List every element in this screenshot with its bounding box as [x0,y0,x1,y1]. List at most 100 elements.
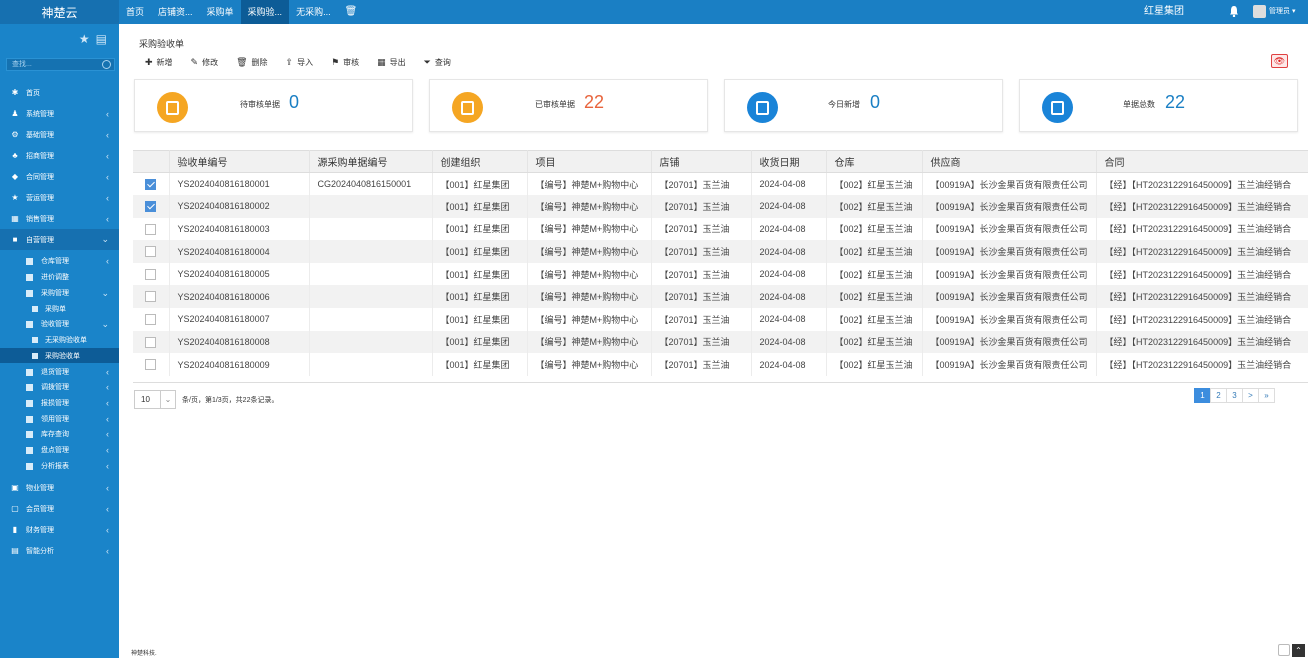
import-button[interactable]: ⇪ 导入 [286,57,314,68]
tab-no-po-receipt[interactable]: 无采购... [289,0,338,24]
sidebar-sub-acceptance[interactable]: 验收管理 ⌄ [0,316,119,332]
fullscreen-icon[interactable] [1278,644,1290,656]
row-checkbox-cell [133,308,170,331]
stat-card-approved[interactable]: 已审核单据 22 [429,79,708,132]
column-header[interactable]: 仓库 [826,150,923,173]
page-size-select[interactable]: 10 [134,390,161,409]
sidebar-sub-transfer[interactable]: 调拨管理 ‹ [0,379,119,395]
sidebar-item-investment[interactable]: ♣ 招商管理 ‹ [0,145,119,166]
edit-button[interactable]: ✎ 修改 [191,57,219,68]
sidebar-item-self-operated[interactable]: ■ 自营管理 ⌄ [0,229,119,250]
sidebar-item-operation[interactable]: ★ 营运管理 ‹ [0,187,119,208]
column-header[interactable]: 项目 [527,150,652,173]
sidebar-sub-damage[interactable]: 报损管理 ‹ [0,395,119,411]
row-checkbox[interactable] [145,336,157,348]
sidebar-sub-reports[interactable]: 分析报表 ‹ [0,458,119,474]
sidebar-sub-inventory[interactable]: 库存查询 ‹ [0,426,119,442]
sidebar-sub-purchase[interactable]: 采购管理 ⌄ [0,285,119,301]
sidebar-sub-returns[interactable]: 退货管理 ‹ [0,364,119,380]
next-page[interactable]: > [1242,388,1259,403]
table-row[interactable]: YS2024040816180004 【001】红星集团 【编号】神楚M+购物中心【… [133,240,1308,263]
sidebar-item-system[interactable]: ♟ 系统管理 ‹ [0,103,119,124]
user-menu[interactable]: 管理员 ▾ [1269,0,1295,24]
page-3[interactable]: 3 [1226,388,1243,403]
page-1[interactable]: 1 [1194,388,1211,403]
bell-icon[interactable] [1229,5,1239,17]
table-cell: 2024-04-08 [751,308,827,331]
sidebar-search-input[interactable]: 查找... [6,58,115,71]
add-button[interactable]: ✚ 新增 [145,57,173,68]
table-icon: ▦ [11,214,19,223]
table-row[interactable]: YS2024040816180009 【001】红星集团 【编号】神楚M+购物中心【… [133,353,1308,376]
table-row[interactable]: YS2024040816180003 【001】红星集团 【编号】神楚M+购物中心【… [133,217,1308,241]
tab-purchase-order[interactable]: 采购单 [200,0,241,24]
sidebar-item-label: 营运管理 [26,194,54,202]
sidebar-sub-requisition[interactable]: 领用管理 ‹ [0,411,119,427]
avatar[interactable] [1253,5,1266,18]
list-icon[interactable]: ▤ [96,32,107,46]
sidebar-sub-no-po-receipt[interactable]: 无采购验收单 [0,332,119,347]
approve-button[interactable]: ⚑ 审核 [331,57,359,68]
table-row[interactable]: YS2024040816180002 【001】红星集团 【编号】神楚M+购物中心【… [133,195,1308,218]
org-selector[interactable]: 红星集团 [1144,0,1184,24]
tab-store-info[interactable]: 店铺资... [151,0,200,24]
column-header[interactable]: 源采购单据编号 [309,150,433,173]
scroll-top-icon[interactable]: ⌃ [1292,644,1305,657]
eye-icon[interactable]: 👁 [1271,54,1288,68]
table-row[interactable]: YS2024040816180006 【001】红星集团 【编号】神楚M+购物中心【… [133,285,1308,309]
chevron-down-icon[interactable]: ⌄ [161,390,176,409]
row-checkbox[interactable] [145,200,157,212]
delete-button[interactable]: 🗑 删除 [236,57,267,68]
sidebar-tools: ★ ▤ [0,24,119,54]
row-checkbox[interactable] [145,268,157,280]
page-2[interactable]: 2 [1210,388,1227,403]
chevron-left-icon: ‹ [106,171,109,182]
stat-card-today[interactable]: 今日新增 0 [724,79,1003,132]
star-icon[interactable]: ★ [79,32,90,46]
close-tabs-icon[interactable]: 🗑 [338,0,365,24]
row-checkbox[interactable] [145,246,157,258]
tab-purchase-receipt[interactable]: 采购验... [240,0,290,24]
table-row[interactable]: YS2024040816180005 【001】红星集团 【编号】神楚M+购物中心【… [133,262,1308,286]
tab-home[interactable]: 首页 [119,0,151,24]
table-row[interactable]: YS2024040816180007 【001】红星集团 【编号】神楚M+购物中心【… [133,308,1308,331]
sidebar-sub-price-adjust[interactable]: 进价调整 [0,269,119,285]
chevron-left-icon: ‹ [106,503,109,514]
table-cell: 【002】红星玉兰油 [826,172,923,196]
export-button[interactable]: ▦ 导出 [377,57,406,68]
row-checkbox[interactable] [145,359,157,371]
sidebar-item-base[interactable]: ⚙ 基础管理 ‹ [0,124,119,145]
search-icon[interactable] [102,60,111,69]
gear-icon: ⚙ [11,130,19,139]
sidebar-sub-purchase-order[interactable]: 采购单 [0,301,119,316]
row-checkbox[interactable] [145,313,157,325]
row-checkbox[interactable] [145,291,157,303]
sidebar-item-contract[interactable]: ◆ 合同管理 ‹ [0,166,119,187]
row-checkbox[interactable] [145,178,157,190]
sidebar-sub-warehouse[interactable]: 仓库管理 ‹ [0,253,119,269]
column-header[interactable]: 合同 [1096,150,1308,173]
sidebar-item-finance[interactable]: ▮ 财务管理 ‹ [0,519,119,540]
row-checkbox-cell [133,195,170,218]
sidebar-sub-purchase-receipt[interactable]: 采购验收单 [0,348,119,363]
column-header[interactable]: 供应商 [922,150,1097,173]
column-header[interactable]: 验收单编号 [169,150,310,173]
stat-card-total[interactable]: 单据总数 22 [1019,79,1298,132]
table-row[interactable]: YS2024040816180008 【001】红星集团 【编号】神楚M+购物中心【… [133,330,1308,354]
sidebar-item-property[interactable]: ▣ 物业管理 ‹ [0,477,119,498]
table-row[interactable]: YS2024040816180001 CG2024040816150001 【001… [133,172,1308,196]
sidebar-item-sales[interactable]: ▦ 销售管理 ‹ [0,208,119,229]
sidebar-item-member[interactable]: ▢ 会员管理 ‹ [0,498,119,519]
sidebar-sub-stocktake[interactable]: 盘点管理 ‹ [0,442,119,458]
column-header[interactable]: 创建组织 [432,150,528,173]
sidebar-item-label: 系统管理 [26,110,54,118]
stat-card-pending[interactable]: 待审核单据 0 [134,79,413,132]
top-bar: 神楚云 首页 店铺资... 采购单 采购验... 无采购... 🗑 红星集团 管… [0,0,1308,24]
query-button[interactable]: ⏷ 查询 [424,57,451,68]
sidebar-item-home[interactable]: ✱ 首页 [0,82,119,103]
sidebar-item-analysis[interactable]: ▤ 智能分析 ‹ [0,540,119,561]
row-checkbox[interactable] [145,223,157,235]
last-page[interactable]: » [1258,388,1275,403]
column-header[interactable]: 收货日期 [751,150,827,173]
column-header[interactable]: 店铺 [651,150,752,173]
